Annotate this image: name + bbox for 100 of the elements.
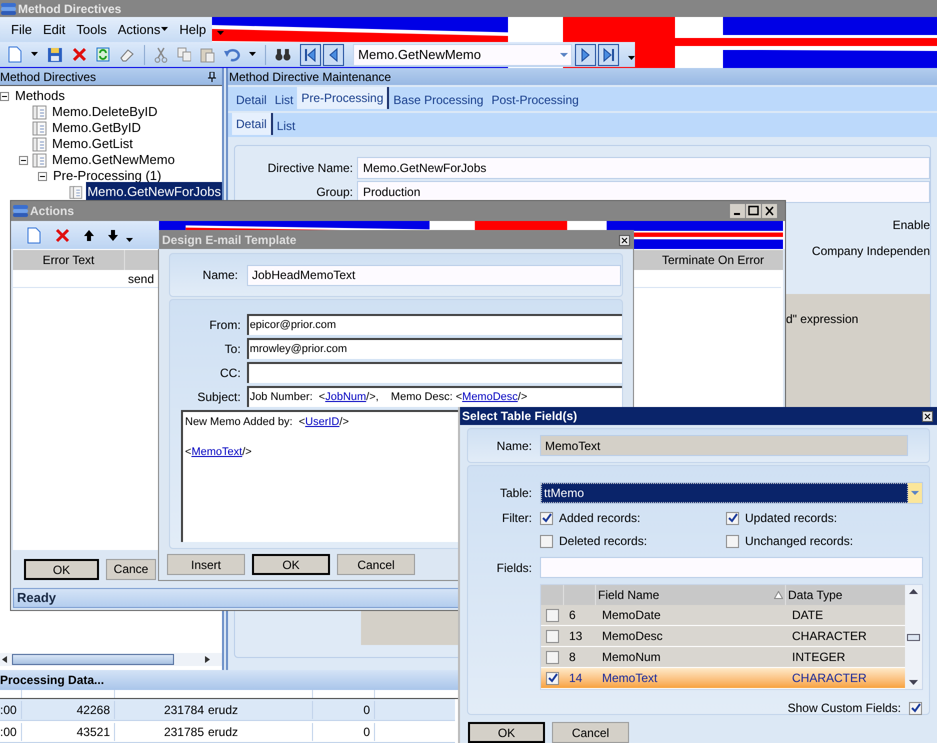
column-header[interactable]: Data Type	[786, 585, 905, 605]
menu-item[interactable]: Edit	[42, 20, 66, 40]
new-document-icon[interactable]	[8, 46, 22, 63]
field-row[interactable]: 14 MemoText CHARACTER	[541, 668, 905, 689]
dialog-button[interactable]: Insert	[167, 554, 245, 575]
next-record-icon[interactable]	[575, 44, 596, 66]
binoculars-icon[interactable]	[275, 48, 292, 61]
tree-item[interactable]: Memo.GetNewForJobs	[86, 182, 222, 202]
menu-item[interactable]: File	[11, 20, 32, 40]
checkbox-label: Unchanged records:	[745, 533, 854, 550]
text-field[interactable]: Production	[357, 181, 930, 203]
undo-icon[interactable]	[224, 48, 240, 62]
text-field[interactable]	[246, 362, 622, 383]
table-cell-text: send	[127, 270, 154, 287]
scroll-left-icon[interactable]	[2, 656, 7, 663]
vertical-scrollbar[interactable]	[905, 585, 922, 689]
save-icon[interactable]	[46, 46, 63, 62]
field-row[interactable]: 8 MemoNum INTEGER	[541, 647, 905, 668]
maximize-icon[interactable]	[746, 204, 761, 218]
overflow-caret-icon[interactable]	[628, 56, 636, 61]
new-document-icon[interactable]	[27, 226, 41, 244]
down-arrow-icon[interactable]	[108, 230, 118, 240]
delete-icon[interactable]	[72, 47, 87, 62]
table-cell-text: CHARACTER	[791, 670, 868, 687]
scroll-right-icon[interactable]	[205, 656, 210, 663]
dialog-button[interactable]: OK	[252, 554, 330, 575]
collapse-icon[interactable]	[19, 156, 28, 164]
eraser-icon[interactable]	[118, 48, 135, 62]
checkbox[interactable]	[540, 512, 553, 524]
checkbox[interactable]	[909, 702, 922, 714]
dropdown-caret-icon[interactable]	[30, 52, 38, 57]
tab[interactable]: Base Processing	[389, 89, 488, 111]
dialog-button[interactable]: Cancel	[337, 554, 415, 575]
scissors-icon[interactable]	[154, 46, 168, 62]
record-combo[interactable]: Memo.GetNewMemo	[353, 44, 572, 66]
text-field[interactable]: JobHeadMemoText	[247, 264, 621, 286]
tab[interactable]: Detail	[232, 113, 273, 135]
tab[interactable]: Pre-Processing	[297, 87, 390, 109]
checkbox[interactable]	[546, 650, 559, 664]
column-header[interactable]: Error Text	[13, 250, 125, 270]
text-field[interactable]: mrowley@prior.com	[246, 338, 622, 359]
checkbox[interactable]	[726, 512, 739, 524]
collapse-icon[interactable]	[38, 172, 47, 180]
last-record-icon[interactable]	[598, 44, 620, 66]
minimize-icon[interactable]	[730, 204, 745, 218]
tab[interactable]: Post-Processing	[487, 89, 583, 111]
previous-record-icon[interactable]	[323, 44, 344, 66]
refresh-icon[interactable]	[96, 47, 110, 62]
database-icon	[1, 2, 16, 16]
field-row[interactable]: 13 MemoDesc CHARACTER	[541, 626, 905, 647]
checkbox[interactable]	[546, 630, 559, 642]
checkbox[interactable]	[546, 608, 559, 622]
menu-item[interactable]: Actions	[118, 20, 168, 40]
close-icon[interactable]	[762, 204, 777, 218]
dialog-button[interactable]: OK	[24, 558, 99, 580]
column-header[interactable]: Terminate On Error	[645, 250, 781, 270]
up-arrow-icon[interactable]	[84, 230, 94, 240]
table-cell: erudz	[207, 700, 313, 718]
tag-link[interactable]: MemoDesc	[462, 389, 518, 406]
tag-link[interactable]: MemoText	[191, 446, 242, 458]
checkbox[interactable]	[726, 534, 739, 548]
overflow-caret-icon[interactable]	[126, 238, 133, 242]
tab[interactable]: List	[272, 115, 300, 137]
search-field[interactable]	[540, 557, 923, 578]
menu-item[interactable]: Help	[179, 20, 206, 40]
close-icon[interactable]	[619, 234, 630, 246]
collapse-icon[interactable]	[0, 92, 9, 100]
horizontal-scrollbar[interactable]	[0, 653, 222, 666]
dialog-button[interactable]: Cancel	[552, 722, 629, 743]
scroll-thumb[interactable]	[907, 634, 920, 640]
checkbox-label: Updated records:	[745, 510, 838, 527]
table-cell: 0	[313, 722, 375, 740]
dropdown-caret-icon[interactable]	[161, 27, 168, 32]
sort-icon[interactable]	[774, 591, 783, 599]
tab[interactable]: Detail	[232, 89, 271, 111]
menu-item[interactable]: Tools	[76, 20, 107, 40]
first-record-icon[interactable]	[300, 44, 322, 66]
tag-link[interactable]: UserID	[305, 416, 340, 428]
text-field[interactable]: MemoText	[540, 435, 908, 456]
close-icon[interactable]	[922, 410, 933, 422]
checkbox[interactable]	[540, 534, 553, 548]
delete-icon[interactable]	[55, 228, 70, 242]
scroll-down-icon[interactable]	[909, 680, 918, 685]
table-cell-text: MemoDate	[601, 607, 662, 624]
clipboard-icon[interactable]	[200, 46, 216, 62]
text-field[interactable]: Memo.GetNewForJobs	[357, 157, 930, 179]
checkbox[interactable]	[546, 672, 559, 684]
dialog-button[interactable]: Cance	[106, 558, 156, 580]
pin-icon[interactable]	[208, 72, 216, 82]
field-row[interactable]: 6 MemoDate DATE	[541, 605, 905, 626]
table-combo[interactable]: ttMemo	[540, 482, 923, 504]
option-label: Company Independen	[812, 243, 930, 260]
tag-link[interactable]: JobNum	[325, 389, 366, 406]
tab[interactable]: List	[270, 89, 298, 111]
text-field[interactable]: Job Number: <JobNum/>, Memo Desc: <MemoDesc/>	[246, 386, 622, 407]
text-field[interactable]: epicor@prior.com	[246, 314, 622, 335]
scroll-up-icon[interactable]	[909, 589, 918, 594]
field-label: Table:	[498, 485, 533, 502]
dialog-button[interactable]: OK	[468, 722, 545, 743]
database-icon	[13, 204, 28, 218]
